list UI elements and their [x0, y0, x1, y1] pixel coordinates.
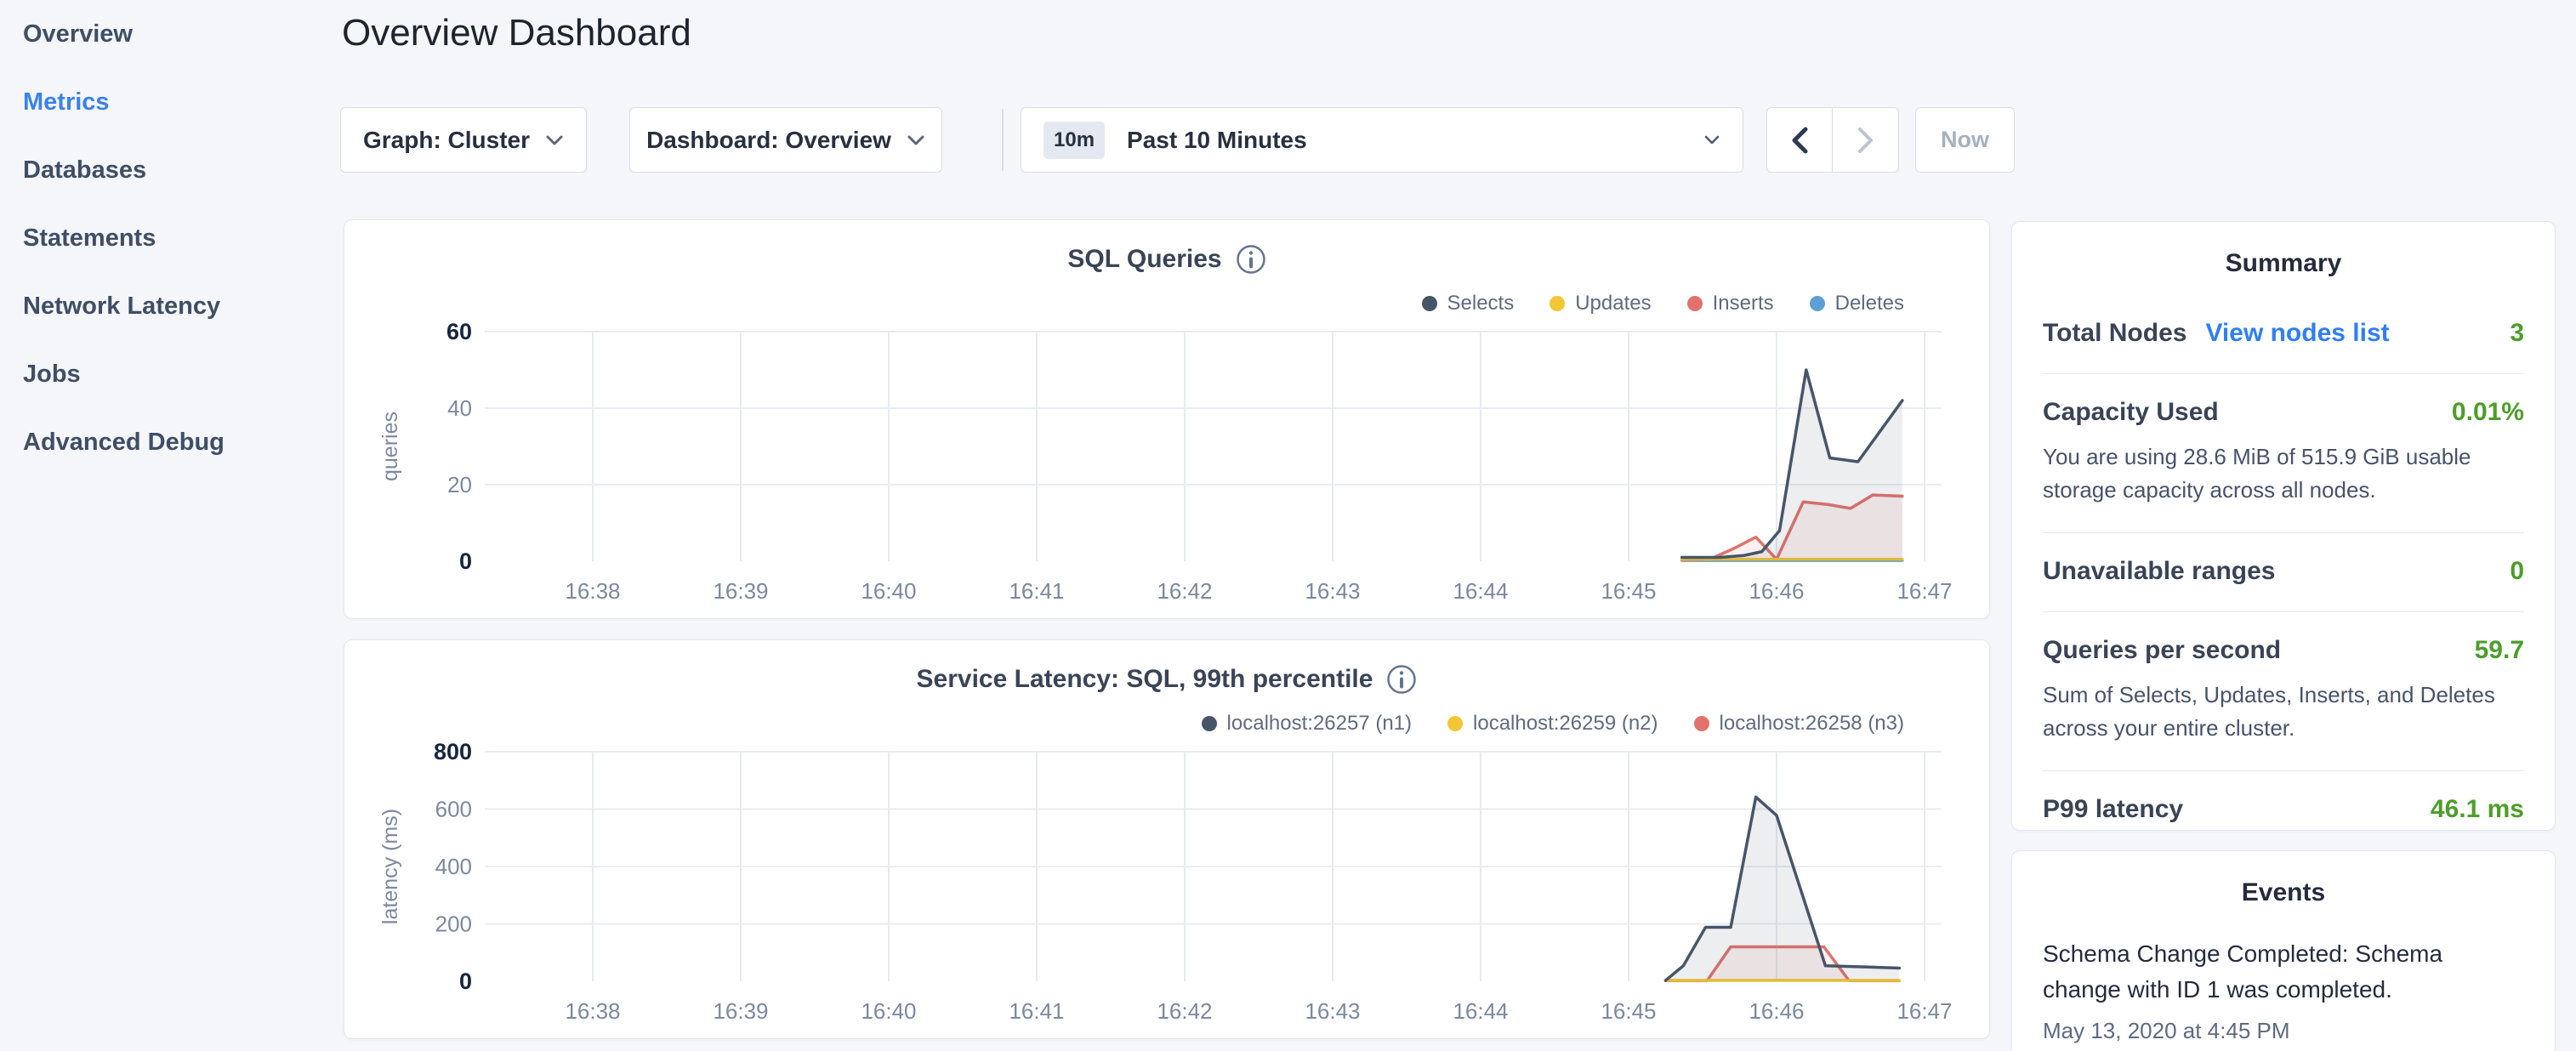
summary-title: Summary	[2012, 222, 2555, 278]
sql-queries-chart-card: SQL Queries SelectsUpdatesInsertsDeletes…	[344, 219, 1990, 619]
now-button[interactable]: Now	[1915, 107, 2015, 173]
svg-text:0: 0	[459, 548, 472, 574]
svg-text:16:45: 16:45	[1601, 998, 1656, 1024]
svg-text:20: 20	[447, 472, 472, 497]
svg-text:16:41: 16:41	[1009, 578, 1064, 604]
chevron-down-icon	[545, 134, 564, 146]
chevron-down-icon	[1703, 134, 1720, 145]
time-prev-button[interactable]	[1767, 108, 1833, 172]
svg-text:16:46: 16:46	[1749, 578, 1804, 604]
chevron-down-icon	[907, 134, 925, 146]
time-next-button[interactable]	[1833, 108, 1898, 172]
svg-text:16:40: 16:40	[861, 998, 916, 1024]
view-nodes-list-link[interactable]: View nodes list	[2205, 319, 2389, 348]
time-range-dropdown[interactable]: 10m Past 10 Minutes	[1021, 107, 1743, 173]
summary-panel: Summary Total Nodes View nodes list 3 Capac…	[2011, 221, 2556, 831]
svg-text:16:44: 16:44	[1453, 578, 1508, 604]
svg-text:800: 800	[434, 739, 472, 764]
sidebar-item-network-latency[interactable]: Network Latency	[0, 272, 340, 340]
sidebar-item-metrics[interactable]: Metrics	[0, 68, 340, 136]
summary-row: Total Nodes View nodes list 3	[2043, 295, 2524, 374]
svg-text:16:38: 16:38	[565, 578, 620, 604]
summary-row-label: Capacity Used	[2043, 398, 2219, 427]
toolbar-divider	[1002, 109, 1004, 171]
summary-row-value: 59.7	[2475, 636, 2524, 665]
svg-text:60: 60	[446, 319, 472, 344]
events-list: Schema Change Completed: Schema change w…	[2012, 907, 2555, 1044]
summary-row-description: You are using 28.6 MiB of 515.9 GiB usab…	[2043, 440, 2524, 507]
svg-text:600: 600	[435, 797, 472, 822]
summary-rows: Total Nodes View nodes list 3 Capacity Used…	[2012, 278, 2555, 849]
svg-text:16:45: 16:45	[1601, 578, 1656, 604]
graph-scope-dropdown-label: Graph: Cluster	[363, 127, 530, 154]
event-timestamp: May 13, 2020 at 4:45 PM	[2043, 1018, 2524, 1044]
svg-text:400: 400	[435, 854, 472, 879]
svg-text:16:39: 16:39	[713, 578, 768, 604]
time-range-badge: 10m	[1043, 122, 1105, 159]
svg-text:16:46: 16:46	[1749, 998, 1804, 1024]
svg-text:16:41: 16:41	[1009, 998, 1064, 1024]
svg-text:queries: queries	[378, 412, 402, 481]
svg-text:40: 40	[447, 395, 472, 421]
summary-row-label: P99 latency	[2043, 795, 2183, 824]
svg-text:16:43: 16:43	[1305, 578, 1360, 604]
chevron-left-icon	[1790, 126, 1809, 155]
summary-row-description: Sum of Selects, Updates, Inserts, and De…	[2043, 679, 2524, 745]
graph-scope-dropdown[interactable]: Graph: Cluster	[340, 107, 587, 173]
summary-row-value: 0.01%	[2452, 398, 2524, 427]
summary-row-value: 3	[2510, 319, 2524, 348]
app-root: OverviewMetricsDatabasesStatementsNetwor…	[0, 0, 2576, 1051]
svg-text:16:42: 16:42	[1157, 998, 1212, 1024]
svg-text:16:43: 16:43	[1305, 998, 1360, 1024]
summary-row-label: Total Nodes	[2043, 319, 2186, 348]
service-latency-chart-card: Service Latency: SQL, 99th percentile lo…	[344, 639, 1990, 1039]
sidebar-item-jobs[interactable]: Jobs	[0, 340, 340, 408]
chevron-right-icon	[1857, 126, 1875, 155]
page-title: Overview Dashboard	[342, 12, 691, 54]
sidebar-item-statements[interactable]: Statements	[0, 204, 340, 272]
event-message: Schema Change Completed: Schema change w…	[2043, 936, 2524, 1008]
summary-row-label: Unavailable ranges	[2043, 557, 2275, 586]
sidebar-item-databases[interactable]: Databases	[0, 136, 340, 204]
svg-text:16:44: 16:44	[1453, 998, 1508, 1024]
time-step-buttons	[1766, 107, 1899, 173]
summary-row: Unavailable ranges 0	[2043, 533, 2524, 612]
sidebar-item-overview[interactable]: Overview	[0, 0, 340, 68]
event-item[interactable]: Schema Change Completed: Schema change w…	[2012, 907, 2555, 1044]
sidebar-nav: OverviewMetricsDatabasesStatementsNetwor…	[0, 0, 340, 1051]
svg-text:16:47: 16:47	[1896, 998, 1952, 1024]
svg-text:16:47: 16:47	[1896, 578, 1952, 604]
svg-text:16:38: 16:38	[565, 998, 620, 1024]
time-range-label: Past 10 Minutes	[1127, 127, 1307, 154]
svg-text:16:40: 16:40	[861, 578, 916, 604]
svg-text:200: 200	[435, 912, 472, 937]
svg-text:0: 0	[459, 969, 472, 994]
dashboard-dropdown[interactable]: Dashboard: Overview	[629, 107, 942, 173]
summary-row: P99 latency 46.1 ms	[2043, 771, 2524, 849]
summary-row-label: Queries per second	[2043, 636, 2281, 665]
summary-row: Capacity Used 0.01% You are using 28.6 MiB…	[2043, 374, 2524, 533]
events-title: Events	[2012, 851, 2555, 907]
sidebar-item-advanced-debug[interactable]: Advanced Debug	[0, 408, 340, 476]
svg-text:latency (ms): latency (ms)	[378, 809, 402, 924]
summary-row-value: 0	[2510, 557, 2524, 586]
svg-text:16:42: 16:42	[1157, 578, 1212, 604]
dashboard-dropdown-label: Dashboard: Overview	[646, 127, 891, 154]
events-panel: Events Schema Change Completed: Schema c…	[2011, 850, 2556, 1051]
summary-row-value: 46.1 ms	[2431, 795, 2524, 824]
summary-row: Queries per second 59.7 Sum of Selects, Up…	[2043, 612, 2524, 771]
svg-text:16:39: 16:39	[713, 998, 768, 1024]
